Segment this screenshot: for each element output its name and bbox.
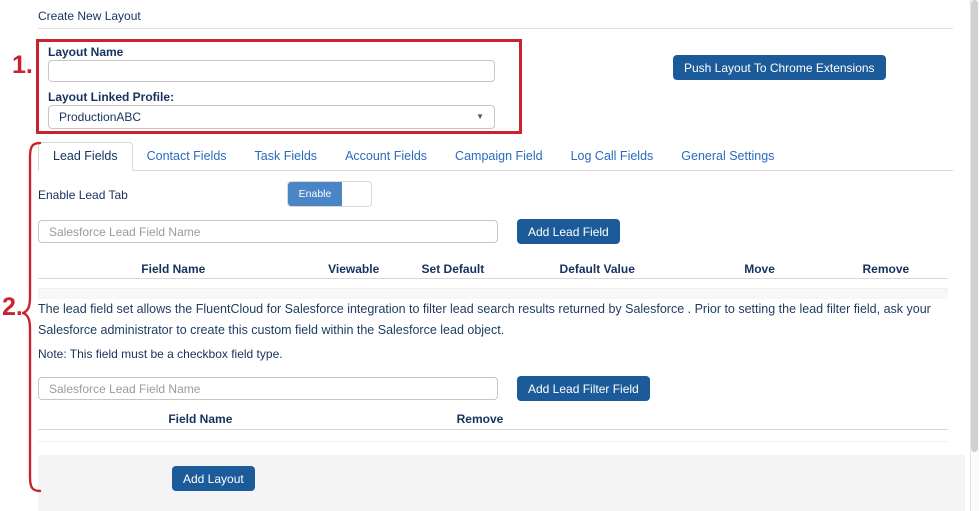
add-lead-filter-field-button[interactable]: Add Lead Filter Field xyxy=(517,376,650,401)
tab-log-call-fields[interactable]: Log Call Fields xyxy=(557,143,668,170)
add-layout-button[interactable]: Add Layout xyxy=(172,466,255,491)
col-move: Move xyxy=(744,262,775,276)
col-field-name: Field Name xyxy=(141,262,206,276)
lead-fields-table-header: Field Name Viewable Set Default Default … xyxy=(38,262,940,276)
annotation-number-1: 1. xyxy=(12,51,33,79)
tab-account-fields[interactable]: Account Fields xyxy=(331,143,441,170)
enable-lead-tab-toggle[interactable]: Enable xyxy=(287,181,372,207)
lead-field-name-input[interactable] xyxy=(38,220,498,243)
enable-lead-tab-label: Enable Lead Tab xyxy=(38,188,128,202)
filter-col-field-name: Field Name xyxy=(168,412,233,426)
layout-profile-select[interactable]: ProductionABC ▼ xyxy=(48,105,495,129)
layout-name-label: Layout Name xyxy=(48,45,124,59)
toggle-on-segment: Enable xyxy=(288,182,342,206)
layout-name-input[interactable] xyxy=(48,60,495,82)
filter-description: The lead field set allows the FluentClou… xyxy=(38,302,931,337)
col-remove: Remove xyxy=(862,262,910,276)
tab-contact-fields[interactable]: Contact Fields xyxy=(133,143,241,170)
tab-task-fields[interactable]: Task Fields xyxy=(241,143,332,170)
col-default-value: Default Value xyxy=(559,262,635,276)
lead-filter-field-input[interactable] xyxy=(38,377,498,400)
scrollbar-track[interactable] xyxy=(970,0,979,511)
page-title: Create New Layout xyxy=(38,9,141,23)
tab-bar: Lead Fields Contact Fields Task Fields A… xyxy=(38,142,953,171)
push-layout-button[interactable]: Push Layout To Chrome Extensions xyxy=(673,55,886,80)
tab-lead-fields[interactable]: Lead Fields xyxy=(38,142,133,171)
col-viewable: Viewable xyxy=(328,262,380,276)
layout-profile-label: Layout Linked Profile: xyxy=(48,90,175,104)
tab-campaign-field[interactable]: Campaign Field xyxy=(441,143,557,170)
col-set-default: Set Default xyxy=(421,262,485,276)
scrollbar-thumb[interactable] xyxy=(971,0,978,452)
title-divider xyxy=(38,28,953,29)
select-caret-icon: ▼ xyxy=(476,112,484,121)
lead-table-divider xyxy=(38,278,948,279)
filter-table-row-divider xyxy=(38,441,948,442)
filter-col-remove: Remove xyxy=(456,412,504,426)
filter-table-header: Field Name Remove xyxy=(38,412,940,426)
lead-table-empty-row xyxy=(38,289,948,299)
add-lead-field-button[interactable]: Add Lead Field xyxy=(517,219,620,244)
filter-table-divider xyxy=(38,429,948,430)
annotation-number-2: 2. xyxy=(2,293,23,321)
layout-profile-selected-value: ProductionABC xyxy=(59,110,142,124)
filter-note: Note: This field must be a checkbox fiel… xyxy=(38,347,283,361)
tab-general-settings[interactable]: General Settings xyxy=(667,143,788,170)
